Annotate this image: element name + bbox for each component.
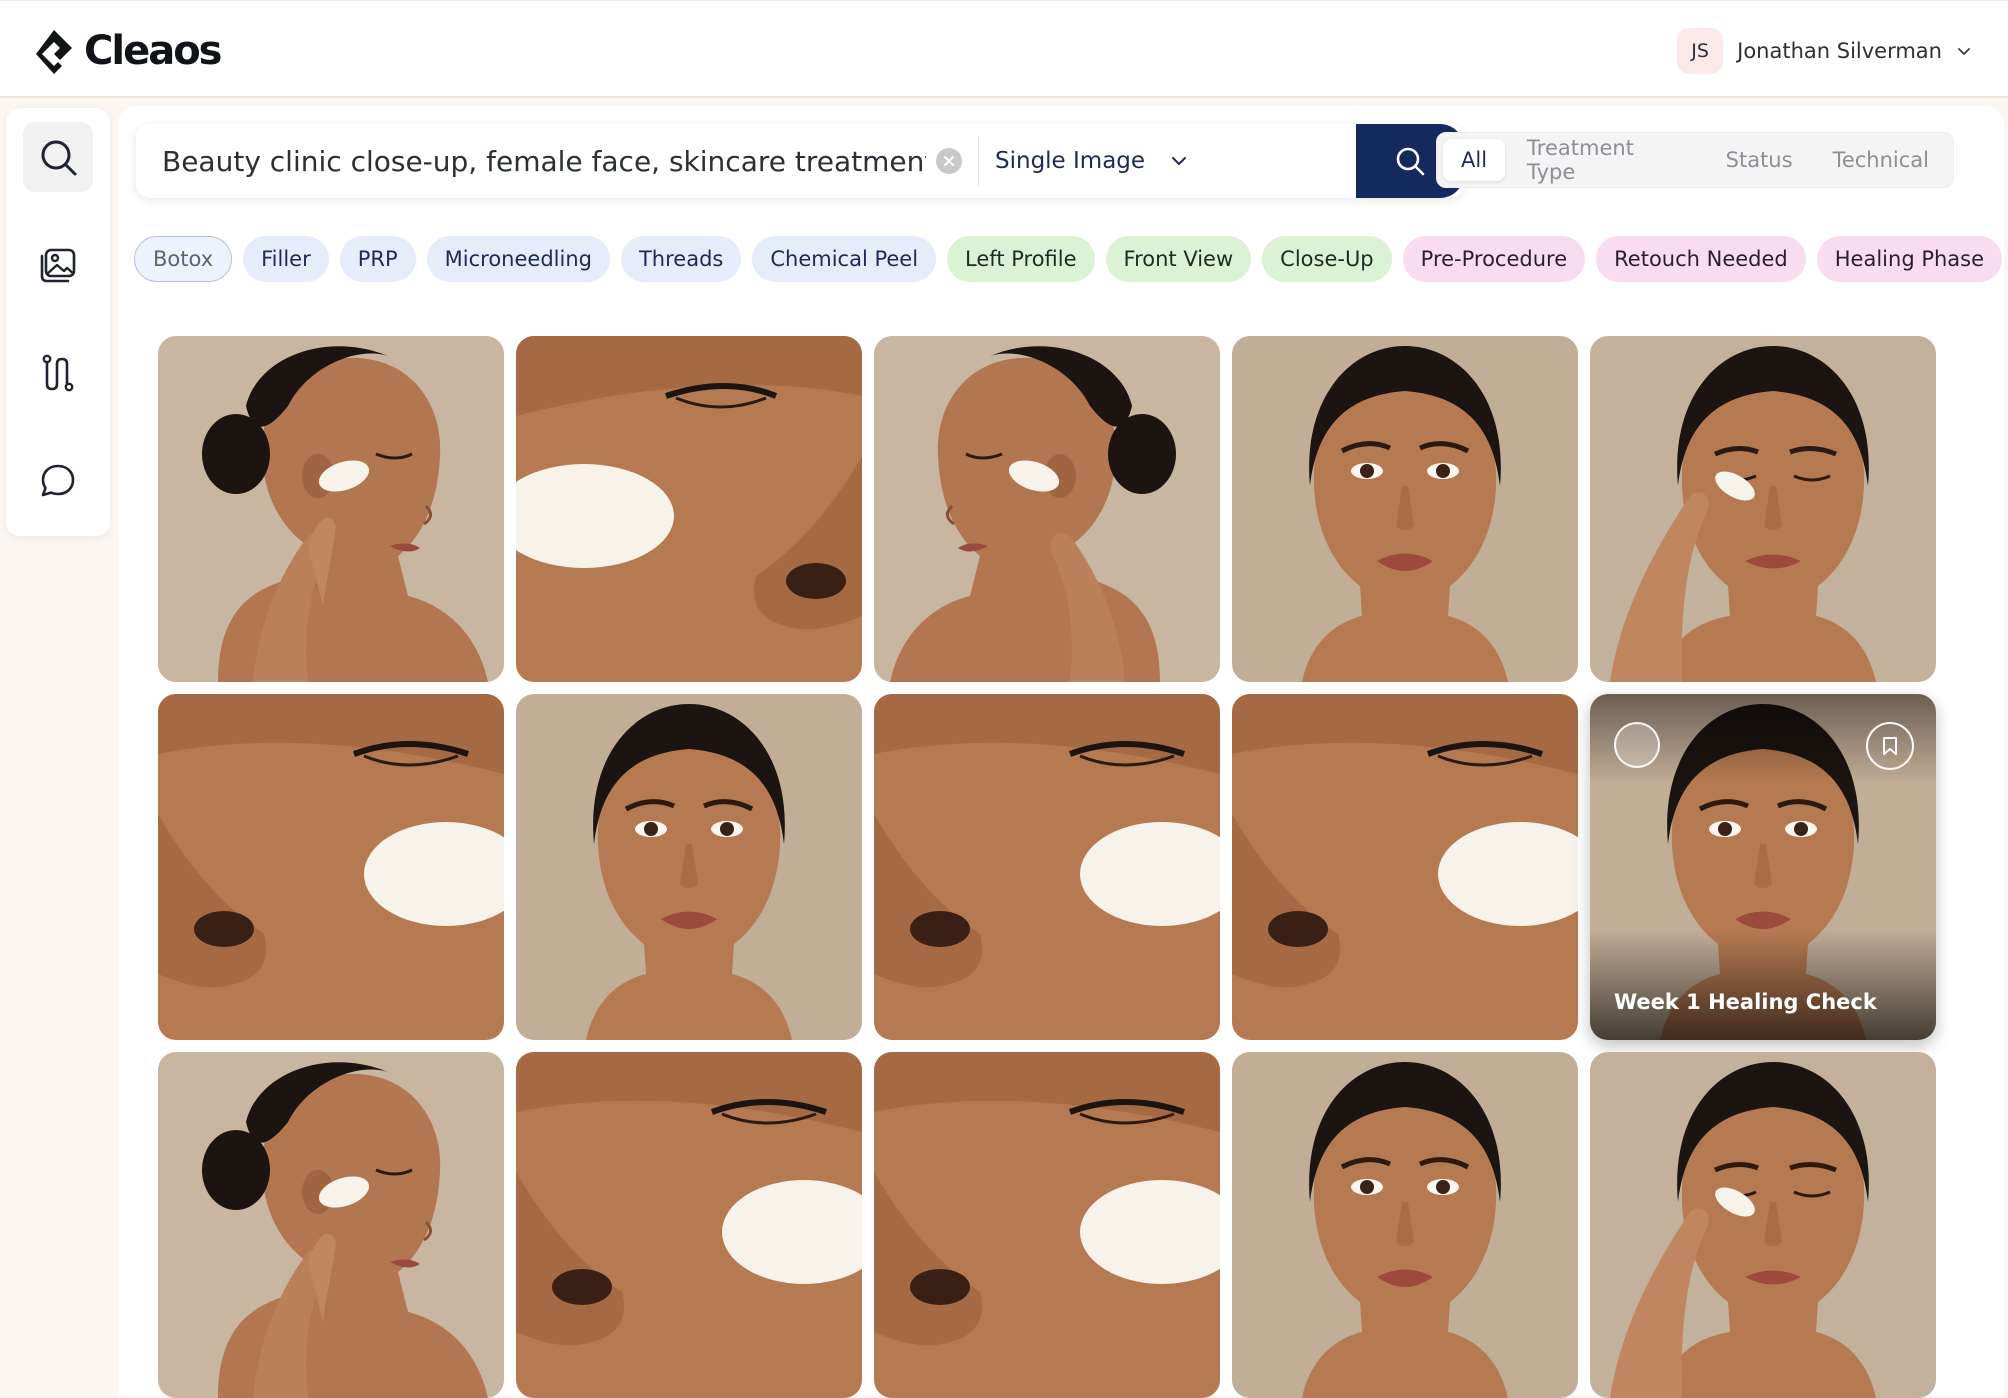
bookmark-icon (1883, 737, 1897, 755)
chip-botox[interactable]: Botox (134, 236, 233, 282)
user-menu[interactable]: JS Jonathan Silverman (1677, 27, 1972, 75)
face-photo (158, 1052, 504, 1398)
gallery-tile[interactable] (1232, 336, 1578, 682)
search-mode-label: Single Image (995, 148, 1146, 174)
face-photo (874, 1052, 1220, 1398)
chip-retouch-needed[interactable]: Retouch Needed (1596, 236, 1806, 282)
face-photo (516, 1052, 862, 1398)
face-photo (1232, 336, 1578, 682)
main-panel: Single Image All Treatment Type Status T… (118, 106, 2004, 1398)
workflow-icon (42, 354, 74, 392)
face-photo (874, 694, 1220, 1040)
chat-icon (41, 464, 75, 497)
chevron-down-icon (1172, 157, 1187, 166)
gallery-tile[interactable]: Week 1 Healing Check (1590, 694, 1936, 1040)
avatar: JS (1677, 28, 1724, 74)
chip-filler[interactable]: Filler (243, 236, 329, 282)
clear-search-button[interactable] (936, 148, 962, 174)
chip-microneedling[interactable]: Microneedling (426, 236, 610, 282)
face-photo (516, 694, 862, 1040)
gallery-tile[interactable] (874, 694, 1220, 1040)
tile-overlay (1590, 930, 1936, 1040)
brand-name: Cleaos (84, 28, 222, 74)
chip-left-profile[interactable]: Left Profile (947, 236, 1095, 282)
face-photo (1590, 1052, 1936, 1398)
tab-all[interactable]: All (1443, 139, 1506, 181)
search-mode-dropdown[interactable]: Single Image (979, 124, 1211, 198)
tile-caption: Week 1 Healing Check (1614, 990, 1877, 1014)
rail-search-button[interactable] (23, 122, 93, 192)
chevron-down-icon (1958, 48, 1970, 56)
cleaos-logo-icon (36, 30, 72, 74)
gallery-tile[interactable] (158, 336, 504, 682)
chip-threads[interactable]: Threads (620, 236, 742, 282)
gallery-tile[interactable] (874, 1052, 1220, 1398)
top-bar: Cleaos JS Jonathan Silverman (0, 0, 2008, 98)
brand-logo[interactable]: Cleaos (32, 25, 222, 77)
bookmark-button[interactable] (1866, 722, 1914, 770)
face-photo (1232, 1052, 1578, 1398)
face-photo (1590, 336, 1936, 682)
face-photo (158, 336, 504, 682)
face-photo (516, 336, 862, 682)
gallery-icon (40, 248, 76, 283)
search-bar: Single Image (136, 124, 1464, 198)
chip-pre-procedure[interactable]: Pre-Procedure (1402, 236, 1586, 282)
tab-status[interactable]: Status (1708, 139, 1811, 181)
close-icon (944, 156, 954, 166)
gallery-tile[interactable] (1590, 336, 1936, 682)
chip-close-up[interactable]: Close-Up (1262, 236, 1392, 282)
search-input[interactable] (136, 124, 926, 198)
gallery-tile[interactable] (516, 336, 862, 682)
rail-chat-button[interactable] (23, 446, 93, 516)
chip-healing-phase[interactable]: Healing Phase (1816, 236, 2003, 282)
gallery-tile[interactable] (874, 336, 1220, 682)
gallery-tile[interactable] (158, 1052, 504, 1398)
tab-treatment-type[interactable]: Treatment Type (1509, 136, 1704, 184)
gallery-tile[interactable] (158, 694, 504, 1040)
chip-prp[interactable]: PRP (339, 236, 416, 282)
face-photo (874, 336, 1220, 682)
side-rail (6, 108, 110, 536)
filter-chips: Botox Filler PRP Microneedling Threads C… (134, 236, 2004, 284)
select-checkbox[interactable] (1614, 722, 1660, 768)
user-name: Jonathan Silverman (1737, 39, 1942, 63)
chip-chemical-peel[interactable]: Chemical Peel (752, 236, 937, 282)
rail-gallery-button[interactable] (23, 230, 93, 300)
search-icon (41, 140, 77, 176)
face-photo (158, 694, 504, 1040)
gallery-tile[interactable] (516, 1052, 862, 1398)
gallery-tile[interactable] (1232, 1052, 1578, 1398)
rail-workflow-button[interactable] (23, 338, 93, 408)
chip-front-view[interactable]: Front View (1105, 236, 1252, 282)
gallery-tile[interactable] (1590, 1052, 1936, 1398)
gallery-tile[interactable] (516, 694, 862, 1040)
gallery-tile[interactable] (1232, 694, 1578, 1040)
tab-technical[interactable]: Technical (1815, 139, 1947, 181)
face-photo (1232, 694, 1578, 1040)
search-icon (1396, 147, 1425, 176)
filter-tabs: All Treatment Type Status Technical (1436, 132, 1954, 188)
image-gallery: Week 1 Healing Check (158, 336, 1936, 1398)
